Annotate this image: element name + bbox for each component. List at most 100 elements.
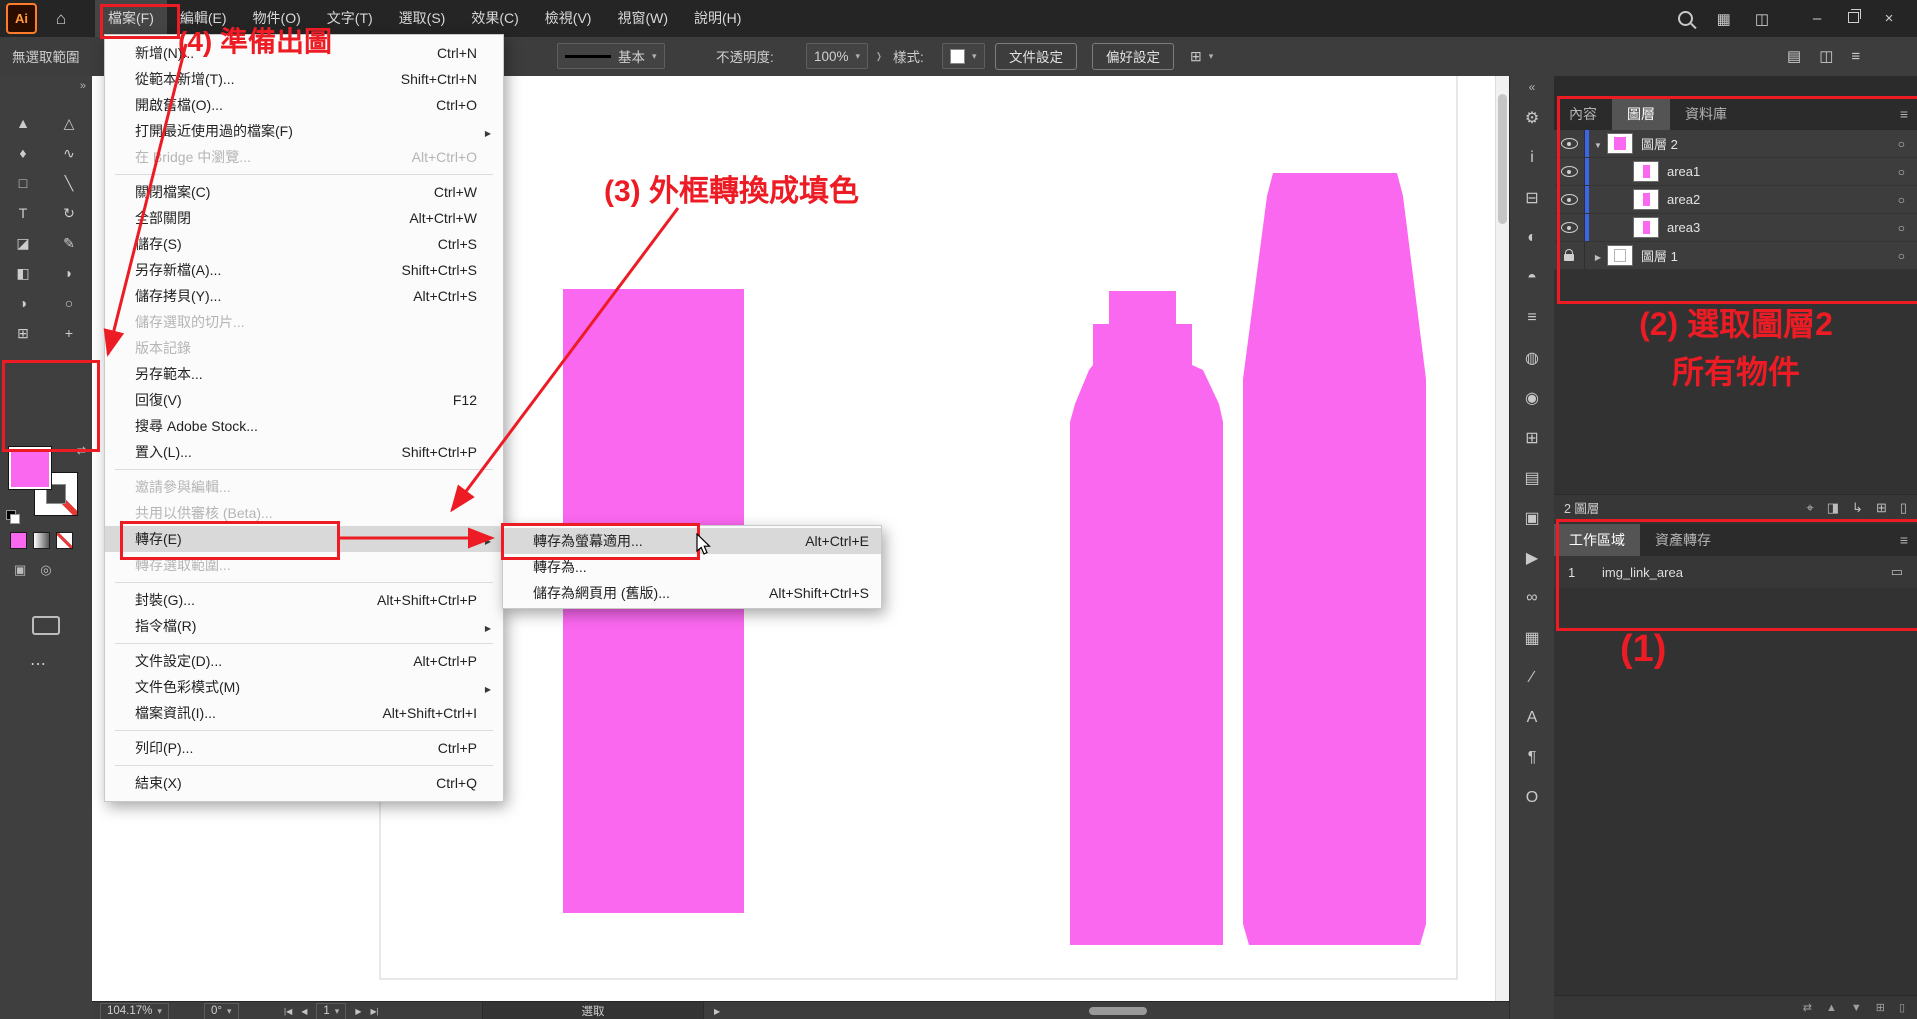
- layer-row-area3[interactable]: area3 ○: [1554, 214, 1917, 242]
- eraser-tool[interactable]: ◪: [0, 228, 46, 258]
- search-icon[interactable]: [1678, 11, 1693, 26]
- artboard-row-1[interactable]: 1 img_link_area ▭: [1554, 556, 1917, 588]
- preferences-button[interactable]: 偏好設定: [1092, 37, 1174, 75]
- fill-swatch[interactable]: [8, 446, 52, 490]
- hand-tool[interactable]: +: [46, 318, 92, 348]
- shape-bottle-small[interactable]: [1070, 291, 1223, 945]
- curvature-tool[interactable]: ∿: [46, 138, 92, 168]
- menu-help[interactable]: 說明(H): [681, 0, 754, 37]
- file-menu-new-from-template[interactable]: 從範本新增(T)... Shift+Ctrl+N: [105, 66, 503, 92]
- file-menu-export-selection[interactable]: 轉存選取範圍...: [105, 552, 503, 578]
- eyedropper-tool[interactable]: ◗: [46, 258, 92, 288]
- transparency-panel-icon[interactable]: ◍: [1510, 338, 1555, 378]
- menu-view[interactable]: 檢視(V): [532, 0, 605, 37]
- file-menu-item[interactable]: [115, 730, 493, 731]
- draw-normal-icon[interactable]: ▣: [14, 562, 26, 578]
- shape-bottle-large[interactable]: [1243, 173, 1426, 945]
- target-circle-icon[interactable]: ○: [1898, 221, 1905, 235]
- workspace-switcher-icon[interactable]: ▦: [1717, 10, 1731, 28]
- color-panel-icon[interactable]: ◐: [1510, 218, 1555, 258]
- file-menu-document-setup[interactable]: 文件設定(D)... Alt+Ctrl+P: [105, 648, 503, 674]
- pencil-tool[interactable]: ✎: [46, 228, 92, 258]
- new-sublayer-icon[interactable]: ↳: [1852, 500, 1863, 516]
- previous-artboard-icon[interactable]: ◀: [301, 1007, 307, 1016]
- file-menu-item[interactable]: [115, 469, 493, 470]
- brushes-panel-icon[interactable]: ∕: [1510, 658, 1555, 698]
- stroke-panel-icon[interactable]: ≡: [1510, 298, 1555, 338]
- none-button[interactable]: [56, 532, 73, 549]
- vertical-scrollbar-thumb[interactable]: [1498, 94, 1507, 224]
- pen-tool[interactable]: ♦: [0, 138, 46, 168]
- selection-tool[interactable]: ▲: [0, 108, 46, 138]
- file-menu-item[interactable]: [115, 765, 493, 766]
- expand-caret-icon[interactable]: [1589, 136, 1607, 151]
- menu-file[interactable]: 檔案(F): [95, 0, 167, 37]
- direct-selection-tool[interactable]: △: [46, 108, 92, 138]
- status-options-icon[interactable]: ▶: [714, 1002, 720, 1019]
- file-menu-save-selected-slices[interactable]: 儲存選取的切片...: [105, 309, 503, 335]
- file-menu-close-all[interactable]: 全部關閉 Alt+Ctrl+W: [105, 205, 503, 231]
- artboard-icon[interactable]: ▭: [1891, 564, 1903, 580]
- measurement-options-combo[interactable]: ⊞▾: [1190, 37, 1213, 75]
- delete-artboard-icon[interactable]: ▯: [1899, 1001, 1905, 1014]
- file-menu-browse-bridge[interactable]: 在 Bridge 中瀏覽... Alt+Ctrl+O: [105, 144, 503, 170]
- blend-tool[interactable]: ◑: [0, 288, 46, 318]
- collapse-panels-icon[interactable]: «: [1529, 80, 1536, 98]
- restore-button[interactable]: [1835, 0, 1871, 37]
- layer-row-layer1[interactable]: 圖層 1 ○: [1554, 242, 1917, 270]
- opacity-combo[interactable]: 100%▾ ❭: [806, 37, 883, 75]
- make-clip-mask-icon[interactable]: ◨: [1827, 500, 1839, 516]
- file-menu-save-as-template[interactable]: 另存範本...: [105, 361, 503, 387]
- vertical-scrollbar[interactable]: [1495, 76, 1509, 1001]
- file-menu-close[interactable]: 關閉檔案(C) Ctrl+W: [105, 179, 503, 205]
- save-for-web-legacy[interactable]: 儲存為網頁用 (舊版)... Alt+Shift+Ctrl+S: [503, 580, 881, 606]
- new-layer-icon[interactable]: ⊞: [1876, 500, 1887, 516]
- visibility-toggle[interactable]: [1554, 214, 1585, 241]
- rotation-control[interactable]: 0°▾: [204, 1002, 239, 1019]
- move-up-icon[interactable]: ▲: [1826, 1002, 1837, 1014]
- asset-export-panel-icon[interactable]: ▦: [1510, 618, 1555, 658]
- layers-panel-menu-icon[interactable]: ≡: [1900, 98, 1908, 130]
- visibility-toggle[interactable]: [1554, 186, 1585, 213]
- style-combo[interactable]: ▾: [942, 37, 985, 75]
- links-panel-icon[interactable]: ∞: [1510, 578, 1555, 618]
- target-circle-icon[interactable]: ○: [1898, 137, 1905, 151]
- menu-effect[interactable]: 效果(C): [458, 0, 531, 37]
- last-artboard-icon[interactable]: ▶|: [370, 1007, 378, 1016]
- home-icon[interactable]: ⌂: [49, 9, 73, 29]
- arrange-documents-icon[interactable]: ◫: [1755, 10, 1769, 28]
- file-menu-package[interactable]: 封裝(G)... Alt+Shift+Ctrl+P: [105, 587, 503, 613]
- first-artboard-icon[interactable]: |◀: [284, 1007, 292, 1016]
- minimize-button[interactable]: –: [1799, 0, 1835, 37]
- toolbar-options-icon[interactable]: »: [80, 80, 86, 92]
- zoom-control[interactable]: 104.17%▾: [100, 1002, 169, 1019]
- gradient-button[interactable]: [33, 532, 50, 549]
- document-setup-button[interactable]: 文件設定: [995, 37, 1077, 75]
- gradient-panel-icon[interactable]: ◉: [1510, 378, 1555, 418]
- draw-behind-icon[interactable]: ◎: [40, 562, 51, 578]
- panel-menu-icon[interactable]: ≡: [1851, 48, 1860, 65]
- visibility-toggle[interactable]: [1554, 158, 1585, 185]
- file-menu-export[interactable]: 轉存(E): [105, 526, 503, 552]
- glyphs-panel-icon[interactable]: O: [1510, 778, 1555, 818]
- file-menu-save-copy[interactable]: 儲存拷貝(Y)... Alt+Ctrl+S: [105, 283, 503, 309]
- file-menu-share-for-review[interactable]: 共用以供審核 (Beta)...: [105, 500, 503, 526]
- tab-artboards[interactable]: 工作區域: [1554, 524, 1640, 556]
- file-menu-open[interactable]: 開啟舊檔(O)... Ctrl+O: [105, 92, 503, 118]
- file-menu-invite-to-edit[interactable]: 邀請參與編輯...: [105, 474, 503, 500]
- close-button[interactable]: ×: [1871, 0, 1907, 37]
- file-menu-scripts[interactable]: 指令檔(R): [105, 613, 503, 639]
- align-panel-icon[interactable]: ⊟: [1510, 178, 1555, 218]
- new-artboard-icon[interactable]: ⊞: [1876, 1001, 1885, 1014]
- line-segment-tool[interactable]: ╲: [46, 168, 92, 198]
- target-circle-icon[interactable]: ○: [1898, 193, 1905, 207]
- properties-panel-icon[interactable]: ⚙: [1510, 98, 1555, 138]
- tab-layers[interactable]: 圖層: [1612, 98, 1670, 130]
- rotate-tool[interactable]: ↻: [46, 198, 92, 228]
- layer-row-area2[interactable]: area2 ○: [1554, 186, 1917, 214]
- locate-object-icon[interactable]: ⌖: [1806, 500, 1813, 516]
- type-tool[interactable]: T: [0, 198, 46, 228]
- target-circle-icon[interactable]: ○: [1898, 165, 1905, 179]
- edit-toolbar-icon[interactable]: ⋯: [30, 654, 48, 674]
- menu-window[interactable]: 視窗(W): [604, 0, 681, 37]
